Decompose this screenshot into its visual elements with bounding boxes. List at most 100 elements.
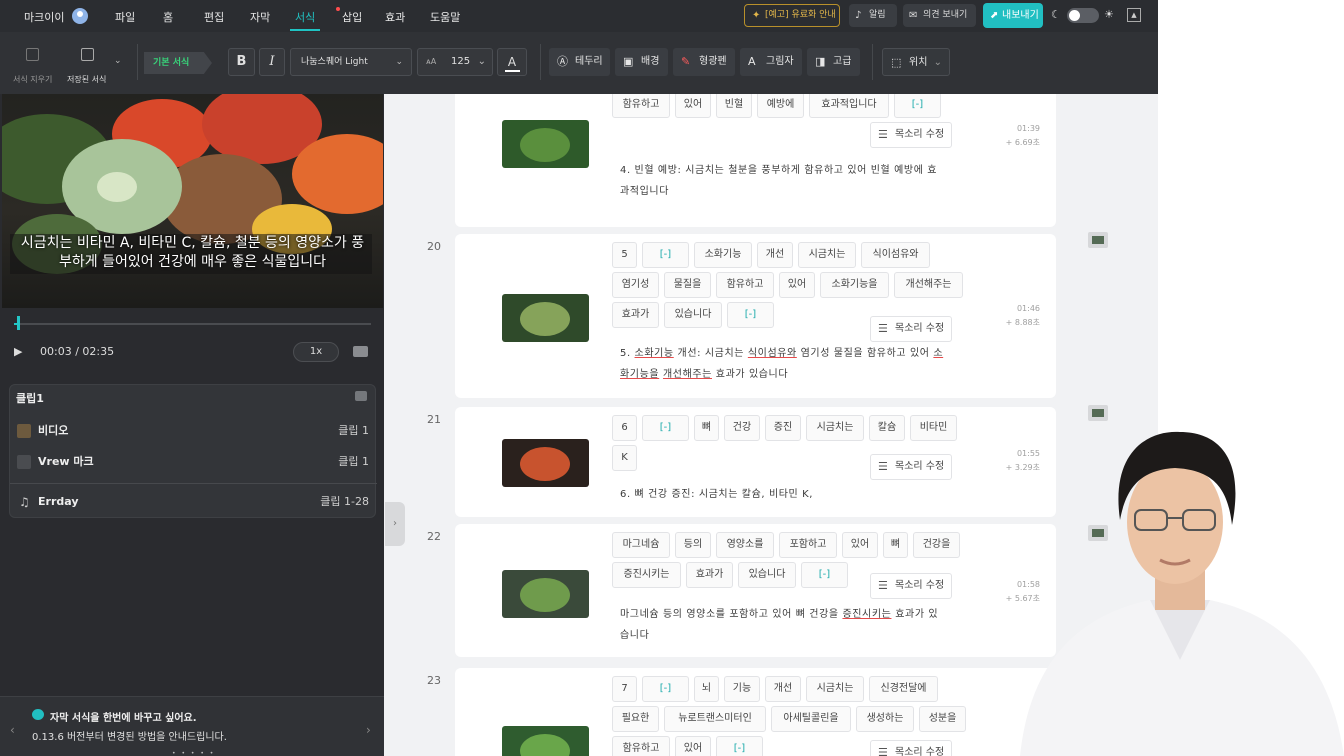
saved-format-icon[interactable] xyxy=(81,48,94,61)
menu-effects[interactable]: 효과 xyxy=(385,9,405,25)
transcript-segment[interactable]: 마그네슘등의영양소를포함하고있어뼈건강을증진시키는효과가있습니다[-]목소리 수… xyxy=(455,524,1056,657)
playhead-handle[interactable] xyxy=(17,316,20,330)
text-color-button[interactable]: A xyxy=(497,48,527,76)
transcript-segment[interactable]: 함유하고있어빈혈예방에효과적입니다[-] 목소리 수정 01:39 + 6.69초 4.… xyxy=(455,94,1056,227)
word-token[interactable]: 식이섬유와 xyxy=(861,242,930,268)
word-token[interactable]: 6 xyxy=(612,415,637,441)
word-token[interactable]: 기능 xyxy=(724,676,760,702)
advanced-button[interactable]: ◨ 고급 xyxy=(807,48,860,76)
word-token[interactable]: 신경전달에 xyxy=(869,676,938,702)
word-token[interactable]: 등의 xyxy=(675,532,711,558)
clip-row-music[interactable]: ♫ Errday 클립 1-28 xyxy=(10,490,377,514)
word-token[interactable]: 빈혈 xyxy=(716,94,752,118)
pause-token[interactable]: [-] xyxy=(894,94,941,118)
menu-help[interactable]: 도움말 xyxy=(430,9,460,25)
pause-token[interactable]: [-] xyxy=(727,302,774,328)
word-token[interactable]: 효과가 xyxy=(612,302,659,328)
word-token[interactable]: 증진 xyxy=(765,415,801,441)
word-token[interactable]: 소화기능 xyxy=(694,242,752,268)
transcript-segment[interactable]: 7 [-] 뇌 기능 개선 시금치는 신경전달에 필요한 뉴로트랜스미터인 아세틸콜린을 생성하는 성… xyxy=(455,668,1056,756)
word-token[interactable]: 생성하는 xyxy=(856,706,914,732)
shadow-button[interactable]: A 그림자 xyxy=(740,48,802,76)
edit-voice-button[interactable]: 목소리 수정 xyxy=(870,316,952,342)
word-token[interactable]: 영양소를 xyxy=(716,532,774,558)
segment-sentence[interactable]: 6. 뼈 건강 증진: 시금치는 칼슘, 비타민 K, xyxy=(620,484,945,505)
preset-format-button[interactable]: 기본 서식 xyxy=(144,52,212,74)
transcript-segment[interactable]: 6[-]뼈건강증진시금치는칼슘비타민K목소리 수정01:55+ 3.29초6. … xyxy=(455,407,1056,517)
word-token[interactable]: 시금치는 xyxy=(798,242,856,268)
word-token[interactable]: 개선해주는 xyxy=(894,272,963,298)
menu-edit[interactable]: 편집 xyxy=(204,9,224,25)
word-token[interactable]: 개선 xyxy=(757,242,793,268)
word-token[interactable]: 함유하고 xyxy=(716,272,774,298)
word-token[interactable]: 물질을 xyxy=(664,272,711,298)
video-preview[interactable]: 시금치는 비타민 A, 비타민 C, 칼슘, 철분 등의 영양소가 풍 부하게 … xyxy=(2,94,383,308)
word-token[interactable]: 증진시키는 xyxy=(612,562,681,588)
play-icon[interactable]: ▶ xyxy=(14,345,22,358)
word-token[interactable]: 시금치는 xyxy=(806,415,864,441)
word-token[interactable]: 효과적입니다 xyxy=(809,94,889,118)
caption-toggle-icon[interactable] xyxy=(353,346,368,357)
prev-tip-icon[interactable]: ‹ xyxy=(10,723,15,737)
word-token[interactable]: 시금치는 xyxy=(806,676,864,702)
word-token[interactable]: 염기성 xyxy=(612,272,659,298)
border-button[interactable]: Ⓐ 테두리 xyxy=(549,48,610,76)
word-token[interactable]: 포함하고 xyxy=(779,532,837,558)
italic-button[interactable]: I xyxy=(259,48,285,76)
segment-thumbnail[interactable] xyxy=(502,294,589,342)
position-button[interactable]: ⬚ 위치 ⌄ xyxy=(882,48,950,76)
word-token[interactable]: 5 xyxy=(612,242,637,268)
word-token[interactable]: 성분을 xyxy=(919,706,966,732)
word-token[interactable]: 비타민 xyxy=(910,415,957,441)
menu-home[interactable]: 홈 xyxy=(163,9,173,25)
edit-voice-button[interactable]: 목소리 수정 xyxy=(870,573,952,599)
edit-voice-button[interactable]: 목소리 수정 xyxy=(870,740,952,756)
segment-sentence[interactable]: 4. 빈혈 예방: 시금치는 철분을 풍부하게 함유하고 있어 빈혈 예방에 효… xyxy=(620,160,945,202)
user-avatar-icon[interactable] xyxy=(72,8,88,24)
segment-thumbnail[interactable] xyxy=(502,570,589,618)
segment-thumbnail[interactable] xyxy=(502,120,589,168)
highlighter-button[interactable]: ✎ 형광펜 xyxy=(673,48,735,76)
chevron-down-icon[interactable]: ⌄ xyxy=(114,56,122,66)
word-token[interactable]: 개선 xyxy=(765,676,801,702)
segment-sentence[interactable]: 5. 소화기능 개선: 시금치는 식이섬유와 염기성 물질을 함유하고 있어 소… xyxy=(620,343,945,385)
word-token[interactable]: 있어 xyxy=(675,94,711,118)
word-token[interactable]: 있습니다 xyxy=(664,302,722,328)
word-token[interactable]: 뼈 xyxy=(694,415,719,441)
word-token[interactable]: K xyxy=(612,445,637,471)
alarm-button[interactable]: ♪ 알림 xyxy=(849,4,897,27)
word-token[interactable]: 소화기능을 xyxy=(820,272,889,298)
export-button[interactable]: ⬈ 내보내기 xyxy=(983,3,1043,28)
menu-format[interactable]: 서식 xyxy=(295,9,315,25)
segment-thumbnail[interactable] xyxy=(502,439,589,487)
edit-voice-button[interactable]: 목소리 수정 xyxy=(870,122,952,148)
word-token[interactable]: 마그네슘 xyxy=(612,532,670,558)
word-token[interactable]: 있습니다 xyxy=(738,562,796,588)
word-token[interactable]: 예방에 xyxy=(757,94,804,118)
font-select[interactable]: 나눔스퀘어 Light ⌄ xyxy=(290,48,412,76)
clear-format-label[interactable]: 서식 지우기 xyxy=(13,74,52,85)
word-token[interactable]: 함유하고 xyxy=(612,94,670,118)
clear-format-icon[interactable] xyxy=(26,48,39,61)
word-token[interactable]: 있어 xyxy=(842,532,878,558)
pause-token[interactable]: [-] xyxy=(801,562,848,588)
pause-token[interactable]: [-] xyxy=(716,736,763,756)
pause-token[interactable]: [-] xyxy=(642,415,689,441)
segment-thumbnail[interactable] xyxy=(502,726,589,756)
clip-row-video[interactable]: 비디오 클립 1 xyxy=(10,419,377,443)
word-token[interactable]: 아세틸콜린을 xyxy=(771,706,851,732)
word-token[interactable]: 함유하고 xyxy=(612,736,670,756)
tip-banner[interactable]: ‹ 자막 서식을 한번에 바꾸고 싶어요. 0.13.6 버전부터 변경된 방법… xyxy=(0,696,384,756)
user-name[interactable]: 마크이이 xyxy=(24,9,64,25)
word-token[interactable]: 건강을 xyxy=(913,532,960,558)
next-tip-icon[interactable]: › xyxy=(366,723,371,737)
playback-timeline[interactable] xyxy=(14,323,371,325)
scene-thumbnail-icon[interactable] xyxy=(1088,232,1108,248)
menu-file[interactable]: 파일 xyxy=(115,9,135,25)
saved-format-label[interactable]: 저장된 서식 xyxy=(67,74,106,85)
bold-button[interactable]: B xyxy=(228,48,255,76)
pricing-notice-button[interactable]: ✦ [예고] 유료화 안내 xyxy=(744,4,840,27)
pause-token[interactable]: [-] xyxy=(642,676,689,702)
word-token[interactable]: 건강 xyxy=(724,415,760,441)
word-token[interactable]: 필요한 xyxy=(612,706,659,732)
